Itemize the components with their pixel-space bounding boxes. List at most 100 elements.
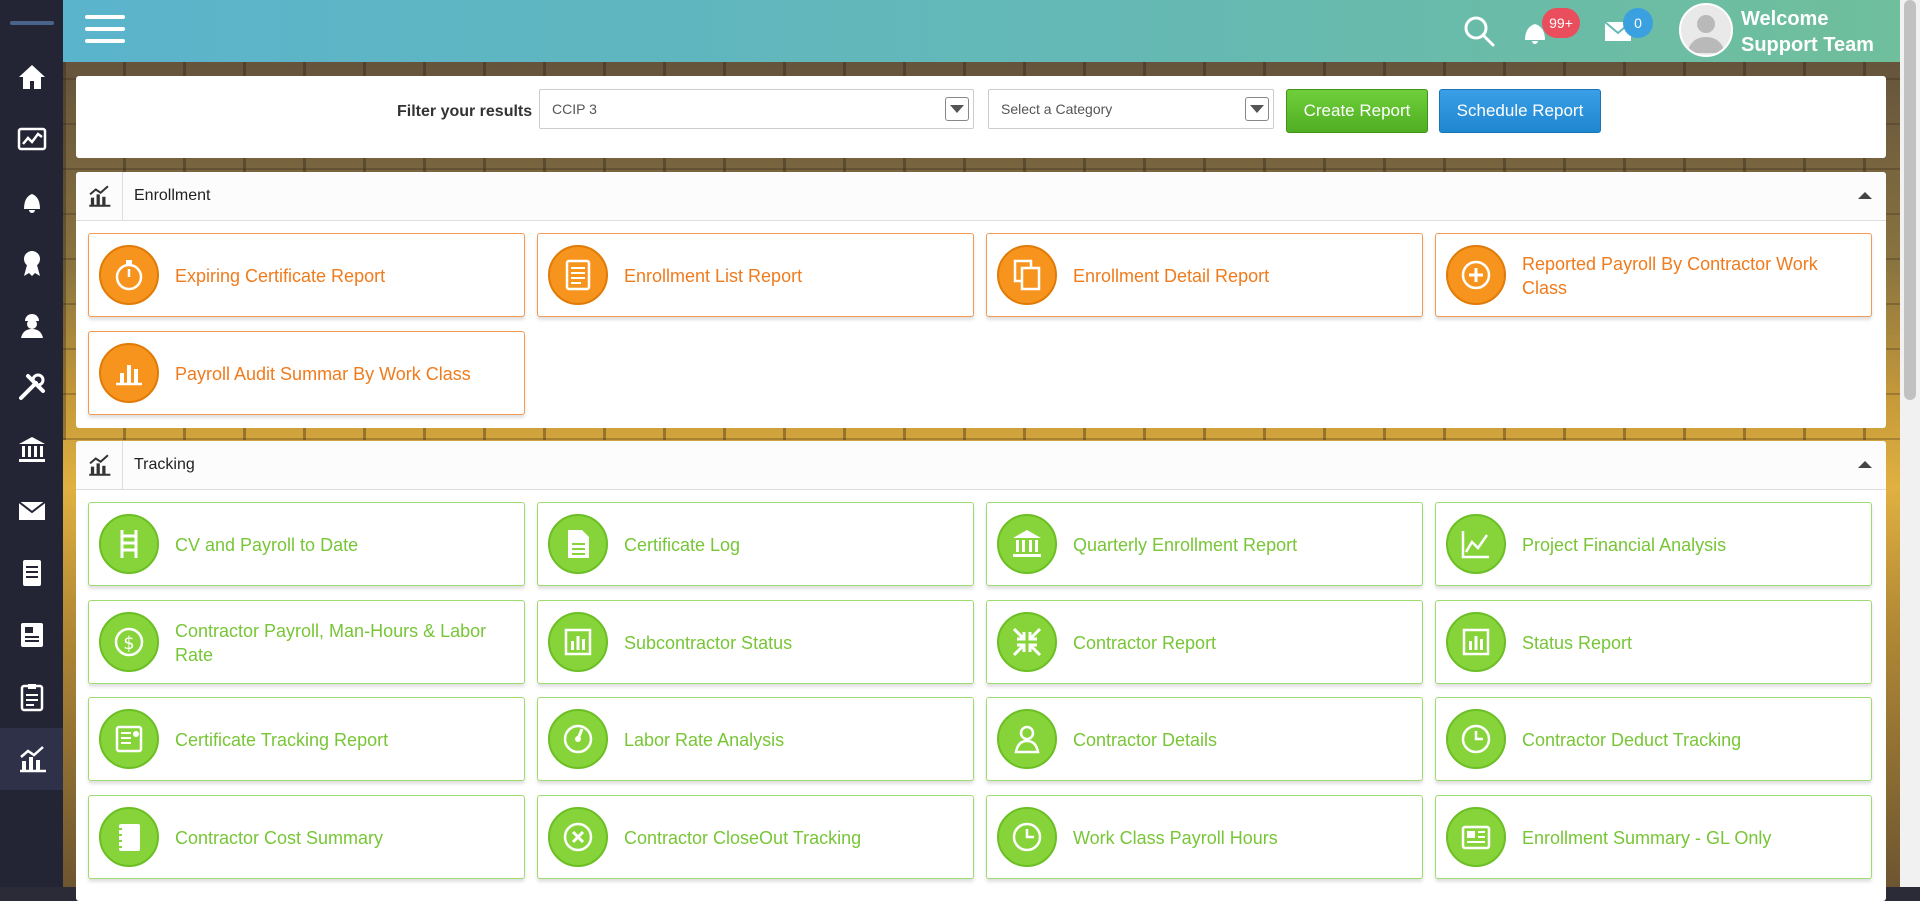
report-card-label: Enrollment Detail Report <box>1073 266 1270 286</box>
enrollment-section: Enrollment Expiring Certificate Report E… <box>76 172 1886 428</box>
collapse-caret-icon[interactable] <box>1858 192 1872 199</box>
chevron-down-icon[interactable] <box>1245 97 1269 121</box>
welcome-text[interactable]: Welcome Support Team <box>1741 6 1874 58</box>
gauge-icon <box>563 724 593 754</box>
menu-toggle-button[interactable] <box>85 15 125 46</box>
close-circle-icon <box>563 822 593 852</box>
schedule-report-button[interactable]: Schedule Report <box>1439 89 1601 133</box>
report-card-payroll-audit-summary[interactable]: Payroll Audit Summar By Work Class <box>88 331 525 415</box>
chart-frame-icon <box>1462 628 1490 656</box>
sidebar-item-checklist[interactable] <box>0 666 63 728</box>
dollar-icon: $ <box>114 627 144 657</box>
report-card-label: Project Financial Analysis <box>1522 535 1727 555</box>
sidebar-item-tools[interactable] <box>0 356 63 418</box>
section-title: Tracking <box>134 456 195 473</box>
bell-icon <box>23 194 40 213</box>
report-card-label: Enrollment Summary - GL Only <box>1522 828 1772 848</box>
project-select-value: CCIP 3 <box>552 101 597 117</box>
ladder-icon <box>120 530 138 558</box>
search-icon[interactable] <box>1462 14 1496 48</box>
report-card-cv-payroll[interactable]: CV and Payroll to Date <box>88 502 525 586</box>
notebook-icon <box>117 824 140 851</box>
home-icon <box>18 65 45 89</box>
report-icon <box>20 623 43 647</box>
sidebar-nav <box>0 0 63 887</box>
report-card-enrollment-list[interactable]: Enrollment List Report <box>537 233 974 317</box>
worker-icon <box>20 314 43 338</box>
report-card-contractor-cost-summary[interactable]: Contractor Cost Summary <box>88 795 525 879</box>
clipboard-icon <box>20 684 43 712</box>
sidebar-item-awards[interactable] <box>0 232 63 294</box>
sidebar-item-documents[interactable] <box>0 542 63 604</box>
sidebar-item-home[interactable] <box>0 46 63 108</box>
copy-documents-icon <box>1013 259 1041 291</box>
list-document-icon <box>565 259 591 291</box>
report-card-certificate-tracking[interactable]: Certificate Tracking Report <box>88 697 525 781</box>
person-icon <box>1014 725 1040 754</box>
sidebar-item-reports-list[interactable] <box>0 604 63 666</box>
report-card-expiring-certificate[interactable]: Expiring Certificate Report <box>88 233 525 317</box>
file-icon <box>568 530 589 558</box>
notifications-badge[interactable]: 99+ <box>1542 8 1580 38</box>
report-card-quarterly-enrollment[interactable]: Quarterly Enrollment Report <box>986 502 1423 586</box>
bank-icon <box>1013 530 1041 557</box>
clock-icon <box>1012 822 1042 852</box>
report-card-label: CV and Payroll to Date <box>175 535 359 555</box>
welcome-user-name: Support Team <box>1741 34 1874 56</box>
vertical-scrollbar[interactable] <box>1900 0 1920 887</box>
report-card-labor-rate-analysis[interactable]: Labor Rate Analysis <box>537 697 974 781</box>
bar-chart-icon <box>116 365 142 386</box>
newspaper-icon <box>1461 825 1491 850</box>
report-card-certificate-log[interactable]: Certificate Log <box>537 502 974 586</box>
bank-icon <box>18 437 45 462</box>
report-card-contractor-closeout[interactable]: Contractor CloseOut Tracking <box>537 795 974 879</box>
tools-icon <box>18 373 45 400</box>
enrollment-section-header[interactable]: Enrollment <box>76 172 1886 221</box>
report-card-label: Certificate Tracking Report <box>175 730 389 750</box>
report-card-contractor-deduct[interactable]: Contractor Deduct Tracking <box>1435 697 1872 781</box>
sidebar-item-dashboard[interactable] <box>0 108 63 170</box>
category-select[interactable]: Select a Category <box>988 89 1274 129</box>
mail-icon <box>17 501 46 520</box>
welcome-greeting: Welcome <box>1741 8 1829 30</box>
sidebar-item-bank[interactable] <box>0 418 63 480</box>
sidebar-item-workers[interactable] <box>0 294 63 356</box>
app-logo[interactable] <box>0 0 63 46</box>
sidebar-item-messages[interactable] <box>0 480 63 542</box>
report-card-contractor-payroll[interactable]: $ Contractor Payroll, Man-Hours & Labor … <box>88 600 525 684</box>
certificate-icon <box>115 725 143 753</box>
report-card-subcontractor-status[interactable]: Subcontractor Status <box>537 600 974 684</box>
analytics-icon <box>89 185 111 207</box>
report-card-project-financial[interactable]: Project Financial Analysis <box>1435 502 1872 586</box>
report-card-label: Contractor CloseOut Tracking <box>624 828 862 848</box>
report-card-label: Payroll Audit Summar By Work Class <box>175 364 471 384</box>
line-chart-icon <box>1461 531 1489 559</box>
messages-badge[interactable]: 0 <box>1623 8 1653 38</box>
report-card-label: Quarterly Enrollment Report <box>1073 535 1298 555</box>
report-card-contractor-details[interactable]: Contractor Details <box>986 697 1423 781</box>
report-card-label: Contractor Report <box>1073 633 1217 653</box>
create-report-button[interactable]: Create Report <box>1286 89 1428 133</box>
report-card-label: Contractor Cost Summary <box>175 828 384 848</box>
document-icon <box>22 560 41 586</box>
report-card-enrollment-detail[interactable]: Enrollment Detail Report <box>986 233 1423 317</box>
report-card-enrollment-summary-gl[interactable]: Enrollment Summary - GL Only <box>1435 795 1872 879</box>
filter-panel: Filter your results CCIP 3 Select a Cate… <box>76 76 1886 158</box>
project-select[interactable]: CCIP 3 <box>539 89 974 129</box>
top-bar: 99+ 0 Welcome Support Team <box>63 0 1900 62</box>
compress-icon <box>1012 627 1042 657</box>
chevron-down-icon[interactable] <box>945 97 969 121</box>
tracking-section-header[interactable]: Tracking <box>76 441 1886 490</box>
report-card-contractor-report[interactable]: Contractor Report <box>986 600 1423 684</box>
report-card-label: Contractor Payroll, Man-Hours & Labor Ra… <box>175 621 487 665</box>
report-card-reported-payroll[interactable]: Reported Payroll By Contractor Work Clas… <box>1435 233 1872 317</box>
report-card-status-report[interactable]: Status Report <box>1435 600 1872 684</box>
sidebar-item-analytics[interactable] <box>0 728 63 790</box>
user-avatar[interactable] <box>1679 3 1733 57</box>
report-card-label: Contractor Details <box>1073 730 1218 750</box>
report-card-work-class-payroll-hours[interactable]: Work Class Payroll Hours <box>986 795 1423 879</box>
clock-icon <box>1461 724 1491 754</box>
scrollbar-thumb[interactable] <box>1904 0 1916 400</box>
sidebar-item-alerts[interactable] <box>0 170 63 232</box>
collapse-caret-icon[interactable] <box>1858 461 1872 468</box>
